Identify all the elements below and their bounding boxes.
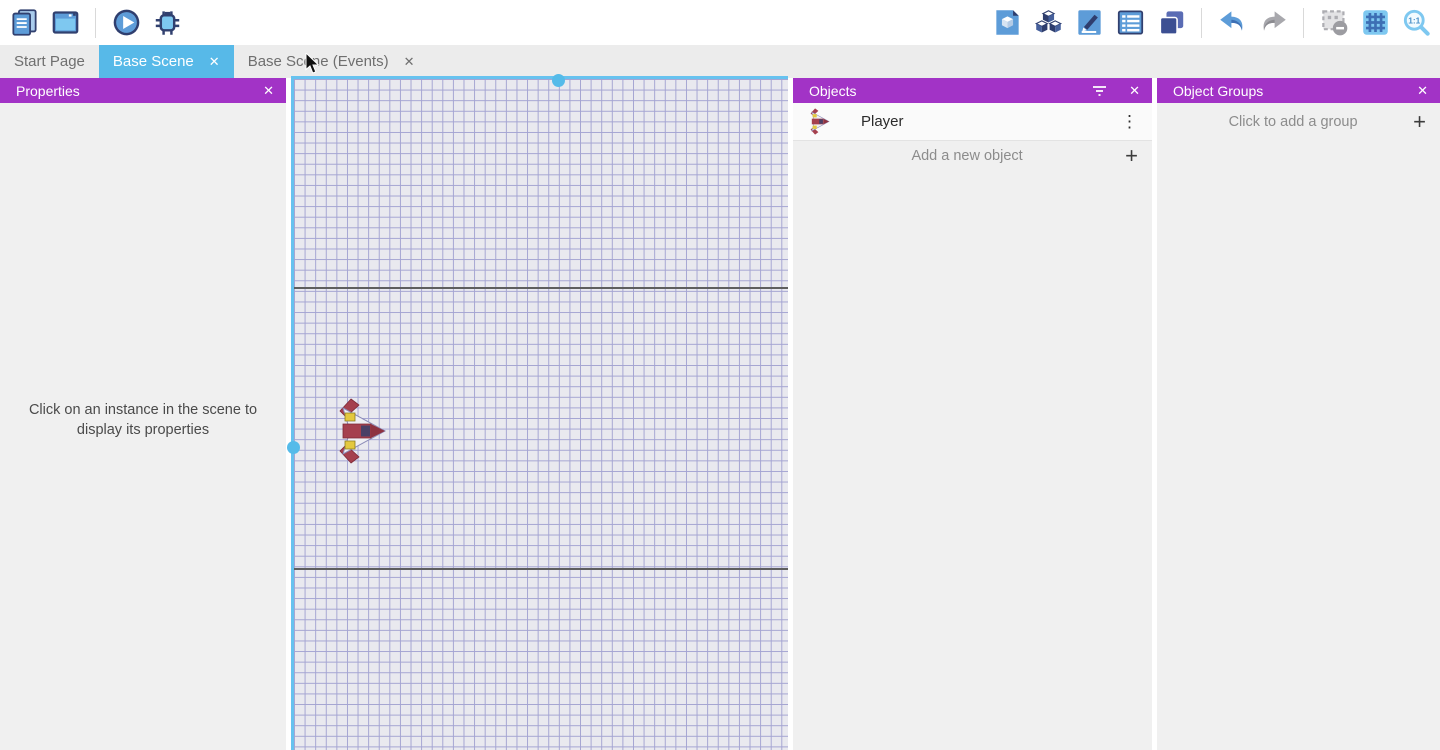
delete-selection-icon[interactable] [1318,7,1350,39]
gdevelop-scene-editor: { "colors": { "accent_purple": "#a233c6"… [0,0,1440,750]
close-icon[interactable]: ✕ [209,55,220,68]
close-icon[interactable]: ✕ [404,55,415,68]
layers-editor-icon[interactable] [1155,7,1187,39]
game-window-border-bottom [294,568,788,570]
kebab-menu-icon[interactable]: ⋮ [1121,113,1138,130]
properties-panel-header: Properties ✕ [0,78,286,103]
player-object-thumbnail [809,108,831,135]
toolbar-left-group [8,7,183,39]
add-object-row[interactable]: Add a new object + [793,141,1152,170]
main-toolbar: 1:1 [0,0,1440,45]
objects-editor-icon[interactable] [991,7,1023,39]
objects-panel: Objects ✕ Player ⋮ Add a new object + [793,78,1152,750]
object-groups-panel-header: Object Groups ✕ [1157,78,1440,103]
properties-panel: Properties ✕ Click on an instance in the… [0,78,286,750]
toolbar-separator [95,8,96,38]
close-icon[interactable]: ✕ [1417,84,1428,97]
launch-preview-icon[interactable] [110,7,142,39]
player-instance-sprite[interactable] [337,398,389,464]
add-object-label: Add a new object [809,148,1125,164]
toolbar-right-group: 1:1 [991,7,1432,39]
object-name: Player [861,113,904,130]
close-icon[interactable]: ✕ [263,84,274,97]
close-icon[interactable]: ✕ [1129,84,1140,97]
toolbar-separator [1201,8,1202,38]
add-group-label: Click to add a group [1173,114,1413,130]
tab-label: Base Scene [113,53,194,70]
object-groups-editor-icon[interactable] [1032,7,1064,39]
scene-canvas[interactable] [291,76,788,750]
filter-icon[interactable] [1092,85,1107,97]
panel-title: Object Groups [1173,83,1263,99]
zoom-icon[interactable]: 1:1 [1400,7,1432,39]
objects-panel-header: Objects ✕ [793,78,1152,103]
panel-title: Properties [16,83,80,99]
tab-base-scene[interactable]: Base Scene ✕ [99,45,234,78]
redo-icon[interactable] [1257,7,1289,39]
tab-label: Base Scene (Events) [248,53,389,70]
game-window-border-top [294,287,788,289]
scene-edge-top[interactable] [291,76,788,79]
object-row-player[interactable]: Player ⋮ [793,103,1152,141]
scene-edge-left[interactable] [291,76,294,750]
zoom-ratio-label: 1:1 [1408,16,1420,26]
project-manager-icon[interactable] [8,7,40,39]
tab-start-page[interactable]: Start Page [0,45,99,78]
properties-empty-message: Click on an instance in the scene to dis… [8,400,278,440]
preview-window-icon[interactable] [49,7,81,39]
tab-base-scene-events[interactable]: Base Scene (Events) ✕ [234,45,429,78]
undo-icon[interactable] [1216,7,1248,39]
tab-bar: Start Page Base Scene ✕ Base Scene (Even… [0,45,1440,78]
debug-icon[interactable] [151,7,183,39]
toolbar-separator [1303,8,1304,38]
add-group-row[interactable]: Click to add a group + [1157,103,1440,140]
plus-icon[interactable]: + [1413,111,1426,133]
scene-resize-handle-top[interactable] [552,74,565,87]
scene-resize-handle-left[interactable] [287,441,300,454]
plus-icon[interactable]: + [1125,145,1138,167]
panel-title: Objects [809,83,856,99]
properties-editor-icon[interactable] [1073,7,1105,39]
toggle-grid-icon[interactable] [1359,7,1391,39]
tab-label: Start Page [14,53,85,70]
object-groups-panel: Object Groups ✕ Click to add a group + [1157,78,1440,750]
instances-list-icon[interactable] [1114,7,1146,39]
